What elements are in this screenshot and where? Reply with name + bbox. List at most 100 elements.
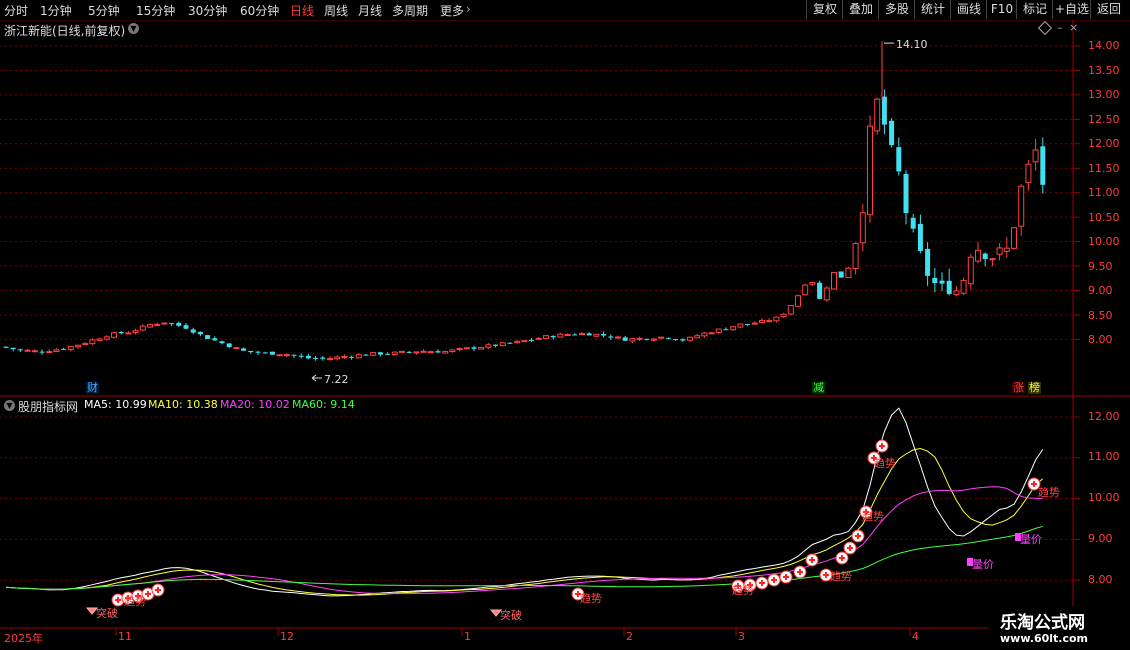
- candle-body: [313, 357, 319, 359]
- candle-body: [471, 347, 477, 349]
- candle-body: [132, 330, 139, 333]
- candle-body: [946, 280, 952, 295]
- watermark: 乐淘公式网 www.60lt.com: [988, 606, 1130, 650]
- candle-body: [889, 120, 895, 146]
- candle-body: [1032, 149, 1039, 163]
- candle-body: [111, 332, 117, 338]
- chevron-down-icon[interactable]: ▼: [4, 400, 15, 411]
- candle-body: [39, 351, 45, 353]
- limit-up-event-marker[interactable]: 涨: [1012, 382, 1025, 394]
- dragon-tiger-event-marker[interactable]: 榜: [1028, 382, 1041, 394]
- candle-body: [449, 349, 456, 353]
- price-label: 9.00: [1088, 284, 1113, 297]
- candle-body: [996, 247, 1003, 255]
- candle-body: [291, 354, 297, 356]
- close-icon[interactable]: ×: [1069, 21, 1078, 34]
- candle-body: [593, 333, 600, 337]
- candle-body: [859, 212, 866, 244]
- candle-body: [24, 349, 31, 352]
- candle-body: [420, 350, 427, 353]
- price-label: 10.50: [1088, 211, 1120, 224]
- price-label: 14.00: [1088, 39, 1120, 52]
- candles: [3, 41, 1046, 382]
- ma5-value: MA5: 10.99: [84, 398, 147, 411]
- candle-body: [939, 280, 945, 284]
- trend-signal-label: 趋势: [874, 457, 896, 470]
- candle-body: [190, 329, 196, 333]
- candle-body: [125, 332, 132, 335]
- low-price-annotation: 7.22: [324, 373, 349, 386]
- candle-body: [493, 344, 499, 346]
- indicator-name[interactable]: 股朋指标网: [18, 398, 78, 415]
- candle-body: [241, 348, 247, 351]
- candle-body: [478, 347, 485, 350]
- candle-body: [975, 249, 981, 262]
- candle-body: [435, 351, 441, 353]
- candle-body: [96, 338, 103, 341]
- candle-body: [399, 350, 405, 353]
- breakout-signal-label: 突破: [96, 607, 118, 620]
- candle-body: [67, 345, 74, 351]
- price-label: 11.50: [1088, 162, 1120, 175]
- candle-body: [903, 173, 909, 214]
- candle-body: [665, 337, 671, 339]
- volume-price-signal-label: 量价: [972, 558, 994, 571]
- candle-body: [118, 332, 124, 334]
- candle-body: [1011, 227, 1017, 249]
- candle-body: [276, 354, 283, 357]
- candle-body: [795, 295, 801, 307]
- candle-body: [831, 271, 837, 290]
- date-label: 2: [626, 630, 633, 643]
- candle-body: [1018, 185, 1025, 227]
- candle-body: [680, 339, 686, 341]
- volume-price-signal-label: 量价: [1020, 533, 1042, 546]
- candle-body: [572, 334, 578, 336]
- candle-body: [543, 335, 549, 340]
- candle-body: [687, 336, 693, 341]
- candle-body: [248, 350, 254, 353]
- candle-body: [499, 342, 506, 347]
- candle-body: [982, 253, 988, 260]
- indicator-axis-label: 8.00: [1088, 573, 1113, 586]
- candle-body: [636, 337, 643, 340]
- candle-body: [3, 346, 9, 348]
- candle-body: [10, 347, 16, 350]
- candle-body: [521, 340, 528, 343]
- candle-body: [53, 349, 60, 353]
- trend-signal-label: 趋势: [124, 595, 146, 608]
- candle-body: [89, 339, 96, 345]
- candle-body: [917, 223, 923, 251]
- candle-body: [651, 338, 657, 341]
- date-label: 11: [118, 630, 132, 643]
- candle-body: [817, 282, 823, 299]
- candle-body: [154, 323, 161, 326]
- candle-body: [413, 351, 420, 354]
- finance-event-marker[interactable]: 财: [86, 382, 99, 394]
- stock-title[interactable]: 浙江新能(日线,前复权): [4, 22, 125, 39]
- minus-icon[interactable]: –: [1057, 21, 1063, 34]
- candle-body: [1040, 146, 1046, 185]
- candle-body: [514, 340, 521, 344]
- candle-body: [169, 323, 175, 325]
- trend-signal-label: 趋势: [862, 510, 884, 523]
- candle-body: [355, 354, 362, 359]
- candle-body: [161, 322, 168, 325]
- candle-body: [658, 336, 665, 339]
- candle-body: [262, 352, 268, 354]
- reduction-event-marker[interactable]: 减: [812, 382, 825, 394]
- candle-body: [385, 353, 391, 355]
- kline-chart[interactable]: [0, 0, 1130, 650]
- candle-body: [751, 322, 758, 325]
- price-label: 9.50: [1088, 260, 1113, 273]
- candle-body: [305, 355, 311, 359]
- candle-body: [759, 319, 765, 324]
- candle-body: [197, 331, 203, 335]
- candle-body: [694, 335, 701, 339]
- chevron-down-icon[interactable]: ▼: [128, 23, 139, 34]
- candle-body: [75, 344, 81, 348]
- indicator-axis-label: 11.00: [1088, 450, 1120, 463]
- high-price-annotation: 14.10: [896, 38, 928, 51]
- price-label: 12.00: [1088, 137, 1120, 150]
- candle-body: [442, 350, 449, 354]
- candle-body: [377, 352, 383, 355]
